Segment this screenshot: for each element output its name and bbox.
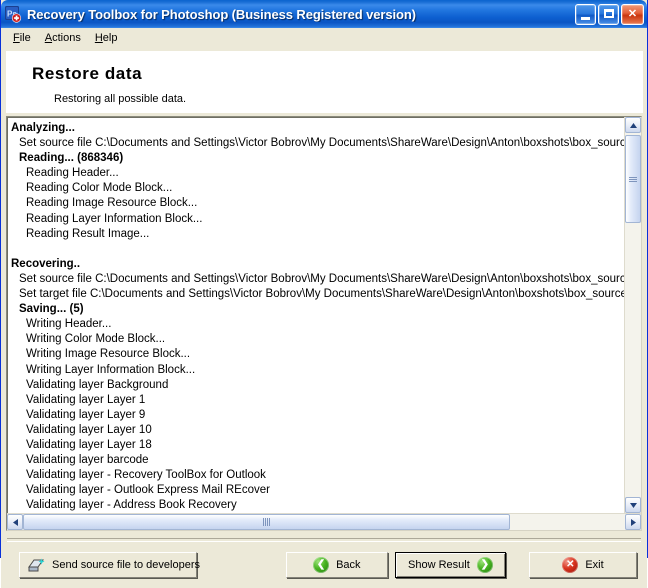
window-title: Recovery Toolbox for Photoshop (Business… [27,6,416,22]
scroll-thumb-grip-icon [629,176,637,183]
log-line: Reading Header... [26,167,119,180]
horizontal-scroll-track[interactable] [23,514,625,531]
menu-item-help-label: elp [102,32,118,44]
scroll-down-button[interactable] [625,497,641,514]
log-line: Analyzing... [11,122,75,134]
log-line: Validating layer barcode [26,454,149,467]
button-bar: Send source file to developers ❮ Back Sh… [1,542,647,588]
log-line: Validating layer Background [26,378,169,391]
page-header: Restore data Restoring all possible data… [6,51,643,113]
log-line: Validating layer Layer 1 [26,393,146,406]
log-body: Analyzing... Set source file C:\Documents… [7,117,641,514]
log-line: Validating layer - Recovery ToolBox for … [26,469,266,482]
page-title: Restore data [32,64,143,83]
menu-item-actions-label: ctions [52,32,81,44]
scroll-up-button[interactable] [625,117,641,133]
menu-bar: File Actions Help [1,28,647,49]
log-line: Writing Image Resource Block... [26,348,191,361]
log-line: Recovering.. [11,257,81,270]
arrow-left-circle-icon: ❮ [313,557,330,574]
show-result-button[interactable]: Show Result ❯ [395,552,506,579]
send-source-file-label: Send source file to developers [52,559,200,572]
title-bar: Ps Recovery Toolbox for Photoshop (Busin… [1,0,647,28]
scroll-right-button[interactable] [625,514,641,531]
log-line: Validating layer Layer 10 [26,423,152,436]
close-circle-icon: ✕ [562,557,579,574]
photoshop-repair-icon: Ps [5,6,22,23]
log-line: Reading Result Image... [26,227,150,240]
log-line: Saving... (5) [19,303,84,316]
back-button-label: Back [336,559,361,572]
log-line: Validating layer Layer 9 [26,408,146,421]
horizontal-scrollbar[interactable] [7,513,641,531]
vertical-scrollbar[interactable] [624,117,641,514]
arrow-right-circle-icon: ❯ [476,557,493,574]
scroll-left-button[interactable] [7,514,23,531]
log-line: Writing Layer Information Block... [26,363,196,376]
close-button[interactable]: ✕ [621,3,644,25]
log-line: Reading Layer Information Block... [26,212,203,225]
page-subtitle: Restoring all possible data. [54,93,187,105]
log-line: Set source file C:\Documents and Setting… [19,272,624,285]
log-line: Validating layer - Outlook Express Mail … [26,484,270,497]
minimize-button[interactable] [575,3,596,25]
log-line: Validating layer Layer 18 [26,438,152,451]
minimize-icon [581,16,590,20]
maximize-button[interactable] [598,3,619,25]
log-line: Reading Color Mode Block... [26,182,173,195]
client-area: Restore data Restoring all possible data… [1,49,647,588]
horizontal-scroll-thumb[interactable] [23,514,510,531]
vertical-scroll-thumb[interactable] [625,135,641,223]
log-panel: Analyzing... Set source file C:\Documents… [6,116,642,532]
exit-button[interactable]: ✕ Exit [529,552,637,579]
scroll-thumb-grip-icon [263,518,270,527]
log-line: Writing Header... [26,318,112,331]
menu-item-file-label: ile [19,32,31,44]
log-text-area[interactable]: Analyzing... Set source file C:\Documents… [7,117,624,513]
show-result-label: Show Result [408,559,470,572]
vertical-scroll-track[interactable] [625,133,641,498]
send-source-file-button[interactable]: Send source file to developers [19,552,200,579]
send-file-icon [28,558,45,573]
log-line: Reading... (868346) [19,152,124,165]
back-button[interactable]: ❮ Back [286,552,388,579]
caption-button-group: ✕ [575,3,644,25]
menu-item-file[interactable]: File [7,30,39,46]
close-icon: ✕ [627,7,638,20]
log-line: Reading Image Resource Block... [26,197,198,210]
log-line: Set source file C:\Documents and Setting… [19,137,624,150]
log-line: Set target file C:\Documents and Setting… [19,288,624,301]
maximize-icon [604,8,614,18]
menu-item-actions[interactable]: Actions [39,30,89,46]
application-window: Ps Recovery Toolbox for Photoshop (Busin… [0,0,648,588]
exit-button-label: Exit [585,559,604,572]
log-line: Writing Color Mode Block... [26,333,166,346]
menu-item-help[interactable]: Help [89,30,126,46]
log-line: Validating layer - Address Book Recovery [26,499,237,512]
